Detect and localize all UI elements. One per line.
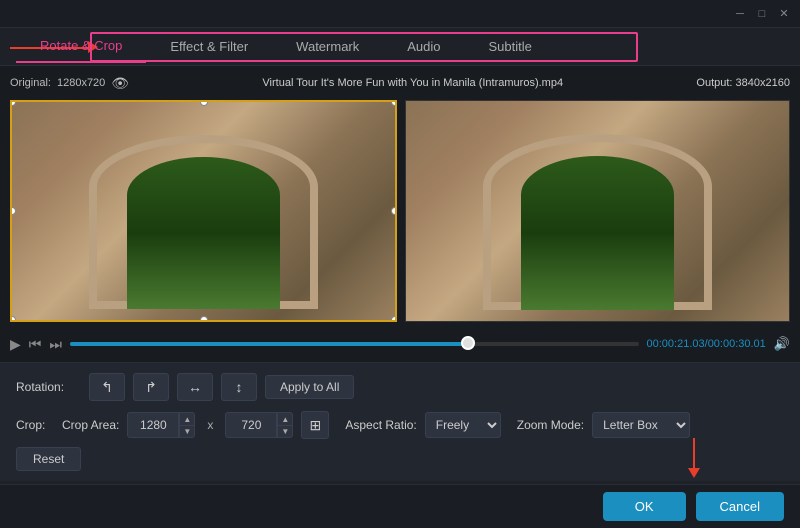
crop-handle-bl[interactable]: [10, 316, 16, 322]
timeline-thumb[interactable]: [461, 336, 475, 350]
tab-rotate-crop[interactable]: Rotate & Crop: [16, 30, 146, 63]
zoom-mode-select[interactable]: Letter Box Pan & Scan Full: [592, 412, 690, 438]
flip-h-button[interactable]: ↔: [177, 373, 213, 401]
volume-icon[interactable]: 🔊: [774, 336, 790, 352]
crop-label: Crop:: [16, 418, 54, 432]
minimize-button[interactable]: ─: [732, 6, 748, 22]
rotate-cw-button[interactable]: ↱: [133, 373, 169, 401]
tab-bar: Rotate & Crop Effect & Filter Watermark …: [0, 28, 800, 66]
title-bar: ─ □ ✕: [0, 0, 800, 28]
bottom-bar: OK Cancel: [0, 484, 800, 528]
flip-v-button[interactable]: ↕: [221, 373, 257, 401]
crop-height-spinners: ▲ ▼: [277, 412, 293, 438]
prev-button[interactable]: ⏮: [29, 336, 42, 353]
tab-subtitle[interactable]: Subtitle: [465, 31, 556, 62]
maximize-button[interactable]: □: [754, 6, 770, 22]
play-button[interactable]: ▶: [10, 336, 21, 353]
annotation-down-arrow: [688, 438, 700, 478]
crop-handle-tr[interactable]: [391, 100, 397, 106]
crop-width-field[interactable]: [127, 412, 179, 438]
controls-area: Rotation: ↰ ↱ ↔ ↕ Apply to All Crop: Cro…: [0, 362, 800, 481]
zoom-mode-label: Zoom Mode:: [517, 418, 584, 432]
rotation-row: Rotation: ↰ ↱ ↔ ↕ Apply to All: [16, 373, 784, 401]
timeline-progress: [70, 342, 468, 346]
crop-height-up[interactable]: ▲: [277, 412, 293, 425]
preview-filename: Virtual Tour It's More Fun with You in M…: [129, 77, 696, 89]
crop-width-spinners: ▲ ▼: [179, 412, 195, 438]
aspect-ratio-select[interactable]: Freely Original 16:9 4:3 1:1: [425, 412, 501, 438]
crop-handle-rm[interactable]: [391, 207, 397, 215]
apply-to-all-button[interactable]: Apply to All: [265, 375, 354, 399]
crop-width-down[interactable]: ▼: [179, 425, 195, 438]
annotation-down-head: [688, 468, 700, 478]
timeline-track[interactable]: [70, 342, 639, 346]
crop-height-down[interactable]: ▼: [277, 425, 293, 438]
x-separator: x: [207, 418, 213, 432]
reset-button[interactable]: Reset: [16, 447, 81, 471]
crop-area-label: Crop Area:: [62, 418, 119, 432]
close-button[interactable]: ✕: [776, 6, 792, 22]
aspect-ratio-label: Aspect Ratio:: [345, 418, 416, 432]
crop-width-input: ▲ ▼: [127, 412, 195, 438]
original-label: Original:: [10, 77, 51, 89]
next-button[interactable]: ⏭: [49, 336, 62, 353]
rotation-label: Rotation:: [16, 380, 81, 394]
current-time: 00:00:21.03/00:00:30.01: [647, 338, 766, 350]
crop-handle-br[interactable]: [391, 316, 397, 322]
video-panel-output: [405, 100, 790, 322]
rotate-ccw-button[interactable]: ↰: [89, 373, 125, 401]
ok-button[interactable]: OK: [603, 492, 686, 521]
crop-center-button[interactable]: ⊞: [301, 411, 329, 439]
cancel-button[interactable]: Cancel: [696, 492, 784, 521]
eye-icon[interactable]: 👁: [111, 75, 129, 92]
video-panel-original: [10, 100, 397, 322]
crop-height-field[interactable]: [225, 412, 277, 438]
original-resolution: 1280x720: [57, 77, 105, 89]
tab-audio[interactable]: Audio: [383, 31, 464, 62]
timeline: ▶ ⏮ ⏭ 00:00:21.03/00:00:30.01 🔊: [0, 326, 800, 362]
annotation-down-line: [693, 438, 695, 468]
preview-header: Original: 1280x720 👁 Virtual Tour It's M…: [0, 66, 800, 96]
crop-row: Crop: Crop Area: ▲ ▼ x ▲ ▼ ⊞ Aspect Rati…: [16, 411, 784, 439]
crop-height-input: ▲ ▼: [225, 412, 293, 438]
video-panels: [0, 96, 800, 326]
tab-effect-filter[interactable]: Effect & Filter: [146, 31, 272, 62]
crop-handle-bm[interactable]: [200, 316, 208, 322]
crop-width-up[interactable]: ▲: [179, 412, 195, 425]
tab-watermark[interactable]: Watermark: [272, 31, 383, 62]
output-resolution: 3840x2160: [736, 77, 790, 89]
output-label: Output: 3840x2160: [696, 77, 790, 89]
